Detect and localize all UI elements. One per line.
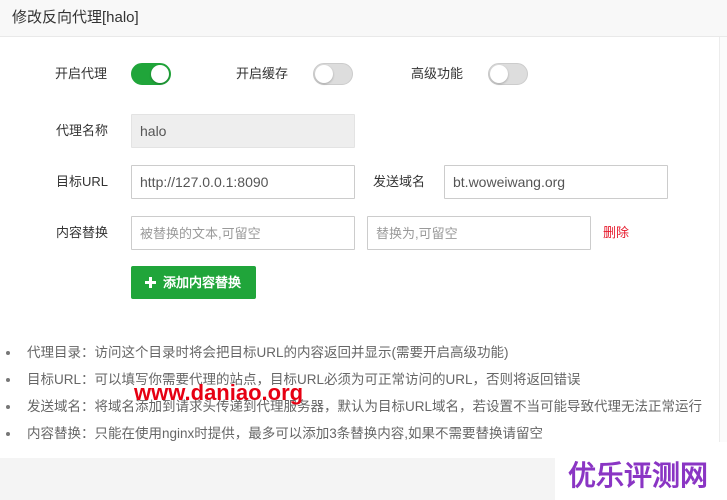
bullet-icon — [6, 405, 10, 409]
enable-proxy-label: 开启代理 — [55, 66, 108, 81]
help-item: 代理目录：访问这个目录时将会把目标URL的内容返回并显示(需要开启高级功能) — [0, 339, 718, 366]
proxy-name-input — [131, 114, 355, 148]
help-text: 发送域名：将域名添加到请求头传递到代理服务器，默认为目标URL域名，若设置不当可… — [27, 399, 703, 414]
bullet-icon — [6, 432, 10, 436]
enable-cache-label: 开启缓存 — [236, 66, 289, 81]
add-content-replace-button[interactable]: 添加内容替换 — [131, 266, 256, 299]
dialog-title: 修改反向代理[halo] — [12, 9, 139, 26]
toggle-knob — [315, 65, 333, 83]
bullet-icon — [6, 351, 10, 355]
target-url-input[interactable] — [131, 165, 355, 199]
replace-from-input[interactable] — [131, 216, 355, 250]
brand-watermark-box: 优乐评测网 — [555, 455, 727, 500]
enable-proxy-toggle[interactable] — [131, 63, 171, 85]
proxy-name-label: 代理名称 — [55, 123, 108, 138]
send-domain-input[interactable] — [444, 165, 668, 199]
dialog-title-bar: 修改反向代理[halo] — [0, 0, 727, 37]
site-watermark: www.daniao.org — [134, 380, 304, 405]
brand-watermark: 优乐评测网 — [568, 460, 709, 491]
add-content-replace-label: 添加内容替换 — [163, 275, 242, 290]
replace-to-input[interactable] — [367, 216, 591, 250]
plus-icon — [145, 277, 156, 288]
delete-replace-link[interactable]: 删除 — [603, 225, 629, 241]
send-domain-label: 发送域名 — [373, 174, 426, 189]
advanced-features-toggle[interactable] — [488, 63, 528, 85]
target-url-label: 目标URL — [55, 174, 108, 189]
help-text: 代理目录：访问这个目录时将会把目标URL的内容返回并显示(需要开启高级功能) — [27, 345, 509, 360]
help-text: 目标URL：可以填写你需要代理的站点，目标URL必须为可正常访问的URL，否则将… — [27, 372, 581, 387]
content-replace-label: 内容替换 — [55, 225, 108, 240]
scrollbar-track[interactable] — [719, 37, 727, 442]
toggle-knob — [151, 65, 169, 83]
help-item: 发送域名：将域名添加到请求头传递到代理服务器，默认为目标URL域名，若设置不当可… — [0, 393, 718, 420]
enable-cache-toggle[interactable] — [313, 63, 353, 85]
help-item: 目标URL：可以填写你需要代理的站点，目标URL必须为可正常访问的URL，否则将… — [0, 366, 718, 393]
advanced-features-label: 高级功能 — [411, 66, 464, 81]
help-item: 内容替换：只能在使用nginx时提供，最多可以添加3条替换内容,如果不需要替换请… — [0, 420, 718, 447]
help-text: 内容替换：只能在使用nginx时提供，最多可以添加3条替换内容,如果不需要替换请… — [27, 426, 544, 441]
toggle-knob — [490, 65, 508, 83]
help-list: 代理目录：访问这个目录时将会把目标URL的内容返回并显示(需要开启高级功能) 目… — [0, 339, 718, 447]
bullet-icon — [6, 378, 10, 382]
